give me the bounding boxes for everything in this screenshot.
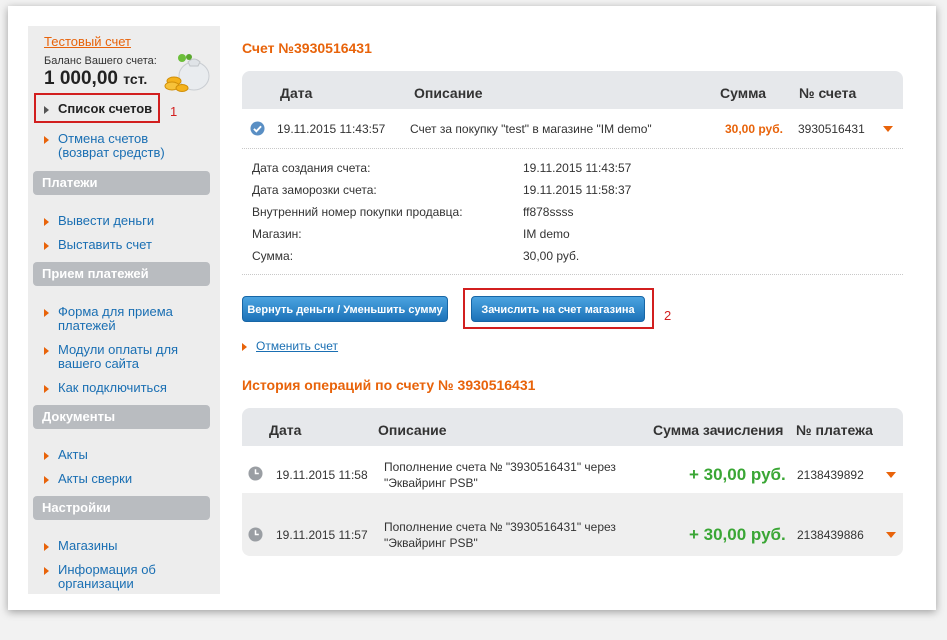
sidebar-item-label: организации bbox=[58, 576, 134, 591]
col-date: Дата bbox=[280, 85, 313, 101]
refund-button[interactable]: Вернуть деньги / Уменьшить сумму bbox=[242, 296, 448, 322]
annotation-number-1: 1 bbox=[170, 104, 178, 119]
sidebar-section-accept-payments: Прием платежей bbox=[33, 262, 210, 286]
history-row-date: 19.11.2015 11:58 bbox=[276, 468, 368, 482]
cancel-invoice-link[interactable]: Отменить счет bbox=[256, 339, 338, 353]
divider bbox=[242, 274, 903, 275]
invoice-panel: Дата Описание Сумма № счета 19.11.2015 1… bbox=[242, 71, 903, 276]
invoice-row-number: 3930516431 bbox=[798, 122, 865, 136]
col-credit-amount: Сумма зачисления bbox=[653, 422, 784, 438]
sidebar-section-settings: Настройки bbox=[33, 496, 210, 520]
sidebar-item-label: Отмена счетов bbox=[58, 131, 149, 146]
sidebar-item-shops[interactable]: Магазины bbox=[44, 539, 118, 553]
arrow-right-icon bbox=[44, 218, 49, 226]
detail-value: IM demo bbox=[523, 227, 570, 241]
arrow-right-icon bbox=[44, 452, 49, 460]
clock-icon bbox=[248, 527, 263, 542]
col-payment-number: № платежа bbox=[796, 422, 873, 438]
sidebar-item-label: Модули оплаты для bbox=[58, 342, 179, 357]
arrow-right-icon bbox=[242, 343, 247, 351]
annotation-box-2 bbox=[463, 288, 654, 329]
sidebar-item-label: Акты bbox=[58, 447, 88, 462]
sidebar-item-label: Информация об bbox=[58, 562, 156, 577]
clock-icon bbox=[248, 466, 263, 481]
arrow-right-icon bbox=[44, 567, 49, 575]
sidebar-item-label: платежей bbox=[58, 318, 116, 333]
expand-caret-icon[interactable] bbox=[886, 472, 896, 478]
detail-label: Сумма: bbox=[252, 249, 294, 263]
history-row-number: 2138439892 bbox=[797, 468, 864, 482]
sidebar-item-label: вашего сайта bbox=[58, 356, 139, 371]
history-row-description: "Эквайринг PSB" bbox=[384, 476, 478, 490]
sidebar-item-label: Вывести деньги bbox=[58, 213, 155, 228]
invoice-row-date: 19.11.2015 11:43:57 bbox=[277, 122, 386, 136]
history-row-number: 2138439886 bbox=[797, 528, 864, 542]
check-circle-icon bbox=[250, 121, 265, 136]
annotation-box-1 bbox=[34, 93, 160, 123]
sidebar-item-acts[interactable]: Акты bbox=[44, 448, 88, 462]
history-panel: Дата Описание Сумма зачисления № платежа… bbox=[242, 408, 903, 556]
sidebar-item-label: Как подключиться bbox=[58, 380, 167, 395]
arrow-right-icon bbox=[44, 242, 49, 250]
arrow-right-icon bbox=[44, 136, 49, 144]
balance-amount: 1 000,00 bbox=[44, 68, 118, 89]
expand-caret-icon[interactable] bbox=[886, 532, 896, 538]
sidebar-item-cancel-invoices[interactable]: Отмена счетов (возврат средств) bbox=[44, 132, 165, 160]
detail-value: 19.11.2015 11:58:37 bbox=[523, 183, 632, 197]
detail-value: 19.11.2015 11:43:57 bbox=[523, 161, 632, 175]
arrow-right-icon bbox=[44, 385, 49, 393]
history-row-date: 19.11.2015 11:57 bbox=[276, 528, 368, 542]
sidebar: Тестовый счет Баланс Вашего счета: 1 000… bbox=[28, 26, 220, 594]
invoice-row-amount: 30,00 руб. bbox=[725, 122, 783, 136]
arrow-right-icon bbox=[44, 476, 49, 484]
sidebar-item-label: (возврат средств) bbox=[58, 145, 165, 160]
test-account-link[interactable]: Тестовый счет bbox=[44, 34, 131, 49]
detail-value: ff878ssss bbox=[523, 205, 574, 219]
detail-label: Магазин: bbox=[252, 227, 302, 241]
col-description: Описание bbox=[378, 422, 447, 438]
sidebar-item-label: Магазины bbox=[58, 538, 118, 553]
history-row-description: "Эквайринг PSB" bbox=[384, 536, 478, 550]
annotation-number-2: 2 bbox=[664, 308, 672, 323]
detail-label: Дата создания счета: bbox=[252, 161, 371, 175]
sidebar-item-label: Выставить счет bbox=[58, 237, 152, 252]
balance-value: 1 000,00 тст. bbox=[44, 68, 147, 90]
sidebar-item-withdraw[interactable]: Вывести деньги bbox=[44, 214, 154, 228]
page-frame: Тестовый счет Баланс Вашего счета: 1 000… bbox=[8, 6, 936, 610]
arrow-right-icon bbox=[44, 309, 49, 317]
detail-label: Дата заморозки счета: bbox=[252, 183, 377, 197]
money-bag-icon bbox=[164, 54, 210, 92]
col-amount: Сумма bbox=[720, 85, 767, 101]
detail-value: 30,00 руб. bbox=[523, 249, 580, 263]
sidebar-item-how-to-connect[interactable]: Как подключиться bbox=[44, 381, 167, 395]
history-row-description: Пополнение счета № "3930516431" через bbox=[384, 460, 616, 474]
sidebar-item-label: Форма для приема bbox=[58, 304, 173, 319]
expand-caret-icon[interactable] bbox=[883, 126, 893, 132]
history-row-amount: + 30,00 руб. bbox=[689, 465, 786, 484]
history-row-amount: + 30,00 руб. bbox=[689, 525, 786, 544]
sidebar-item-payment-form[interactable]: Форма для приема платежей bbox=[44, 305, 173, 333]
col-invoice-number: № счета bbox=[799, 85, 857, 101]
sidebar-section-documents: Документы bbox=[33, 405, 210, 429]
col-date: Дата bbox=[269, 422, 302, 438]
sidebar-item-payment-modules[interactable]: Модули оплаты для вашего сайта bbox=[44, 343, 178, 371]
arrow-right-icon bbox=[44, 543, 49, 551]
sidebar-item-organization-info[interactable]: Информация об организации bbox=[44, 563, 156, 591]
detail-label: Внутренний номер покупки продавца: bbox=[252, 205, 463, 219]
invoice-row-description: Счет за покупку "test" в магазине "IM de… bbox=[410, 122, 652, 136]
sidebar-item-reconciliation-acts[interactable]: Акты сверки bbox=[44, 472, 132, 486]
history-row-description: Пополнение счета № "3930516431" через bbox=[384, 520, 616, 534]
sidebar-item-label: Акты сверки bbox=[58, 471, 133, 486]
arrow-right-icon bbox=[44, 347, 49, 355]
divider bbox=[242, 148, 903, 149]
history-title: История операций по счету № 3930516431 bbox=[242, 377, 536, 393]
balance-currency: тст. bbox=[123, 71, 148, 87]
sidebar-section-payments: Платежи bbox=[33, 171, 210, 195]
col-description: Описание bbox=[414, 85, 483, 101]
balance-label: Баланс Вашего счета: bbox=[44, 55, 157, 67]
invoice-title: Счет №3930516431 bbox=[242, 40, 372, 56]
sidebar-item-issue-invoice[interactable]: Выставить счет bbox=[44, 238, 152, 252]
